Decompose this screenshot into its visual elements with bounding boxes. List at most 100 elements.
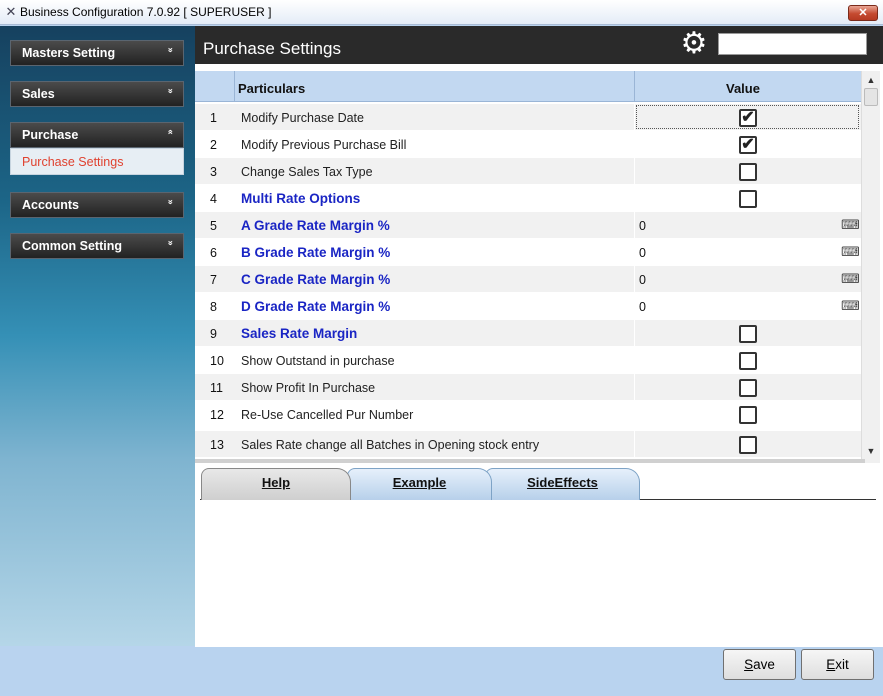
column-divider [634,185,635,212]
table-row[interactable]: 7 C Grade Rate Margin % 0 ⌨ [195,266,861,293]
chevron-down-icon: » [166,240,176,246]
tab-help[interactable]: Help [201,468,351,500]
sidebar-item-label: Purchase Settings [22,155,124,169]
column-divider [634,347,635,374]
row-number: 13 [210,438,224,452]
value-checkbox[interactable] [739,190,757,208]
chevron-up-icon: « [166,129,176,135]
value-field[interactable]: 0 [639,300,646,314]
row-number: 12 [210,408,224,422]
row-particular: Modify Purchase Date [241,111,364,125]
tab-label: elp [271,475,291,490]
chevron-down-icon: » [166,88,176,94]
column-divider [634,401,635,428]
close-button[interactable]: ✕ [848,5,878,21]
accesskey: S [744,657,754,672]
sidebar-group-sales[interactable]: Sales » [10,81,184,107]
search-input[interactable] [718,33,867,55]
column-divider [634,431,635,458]
keyboard-icon[interactable]: ⌨ [841,272,860,285]
row-particular: Show Profit In Purchase [241,381,376,395]
row-particular: Multi Rate Options [241,191,361,206]
gear-icon[interactable]: ⚙ [679,28,709,60]
row-particular: C Grade Rate Margin % [241,272,391,287]
exit-button[interactable]: Exit [801,649,874,680]
page-title: Purchase Settings [203,39,341,58]
row-particular: Sales Rate Margin [241,326,358,341]
value-checkbox[interactable] [739,406,757,424]
table-row[interactable]: 10 Show Outstand in purchase [195,347,861,374]
window-title: Business Configuration 7.0.92 [ SUPERUSE… [20,5,272,19]
row-particular: Change Sales Tax Type [241,165,373,179]
sidebar-group-accounts[interactable]: Accounts » [10,192,184,218]
table-row[interactable]: 5 A Grade Rate Margin % 0 ⌨ [195,212,861,239]
table-row[interactable]: 8 D Grade Rate Margin % 0 ⌨ [195,293,861,320]
help-panel: SideEffects Example Help [195,463,883,647]
sidebar-group-purchase[interactable]: Purchase « [10,122,184,148]
tab-label: xample [401,475,447,490]
row-number: 9 [210,327,217,341]
tab-sideeffects[interactable]: SideEffects [485,468,640,500]
tab-accesskey: S [527,475,536,490]
accesskey: E [826,657,836,672]
vertical-scrollbar[interactable]: ▲ ▼ [861,71,880,463]
column-header-value[interactable]: Value [726,81,760,96]
sidebar-group-label: Accounts [22,198,79,212]
sidebar-group-common-setting[interactable]: Common Setting » [10,233,184,259]
scroll-thumb[interactable] [864,88,878,106]
scroll-up-icon[interactable]: ▲ [864,73,878,87]
sidebar: Masters Setting » Sales » Purchase « Pur… [0,26,195,646]
tab-accesskey: H [261,475,272,490]
table-row[interactable]: 13 Sales Rate change all Batches in Openi… [195,431,861,458]
row-number: 11 [210,381,223,395]
keyboard-icon[interactable]: ⌨ [841,299,860,312]
row-number: 7 [210,273,217,287]
sidebar-item-purchase-settings[interactable]: Purchase Settings [10,148,184,175]
table-row[interactable]: 11 Show Profit In Purchase [195,374,861,401]
value-checkbox[interactable] [739,163,757,181]
column-header-particulars[interactable]: Particulars [238,81,305,96]
row-number: 3 [210,165,217,179]
column-divider [634,158,635,185]
grid-header: Particulars Value [195,71,861,102]
chevron-down-icon: » [166,199,176,205]
column-divider [634,266,635,293]
column-divider [234,71,235,102]
scroll-down-icon[interactable]: ▼ [864,444,878,458]
sidebar-group-masters-setting[interactable]: Masters Setting » [10,40,184,66]
table-row[interactable]: 2 Modify Previous Purchase Bill ✔ [195,131,861,158]
column-divider [634,104,635,131]
value-field[interactable]: 0 [639,219,646,233]
value-checkbox[interactable] [739,379,757,397]
table-row[interactable]: 4 Multi Rate Options [195,185,861,212]
value-checkbox[interactable]: ✔ [739,136,757,154]
row-number: 1 [210,111,217,125]
value-field[interactable]: 0 [639,273,646,287]
row-number: 10 [210,354,224,368]
table-row[interactable]: 6 B Grade Rate Margin % 0 ⌨ [195,239,861,266]
table-row[interactable]: 12 Re-Use Cancelled Pur Number [195,401,861,428]
value-checkbox[interactable] [739,325,757,343]
value-field[interactable]: 0 [639,246,646,260]
keyboard-icon[interactable]: ⌨ [841,245,860,258]
table-row[interactable]: 3 Change Sales Tax Type [195,158,861,185]
row-number: 6 [210,246,217,260]
save-button[interactable]: Save [723,649,796,680]
row-particular: A Grade Rate Margin % [241,218,390,233]
value-checkbox[interactable] [739,352,757,370]
value-checkbox[interactable] [739,436,757,454]
row-particular: Re-Use Cancelled Pur Number [241,408,414,422]
page-header: Purchase Settings ⚙ [195,26,883,64]
column-divider [634,293,635,320]
tab-example[interactable]: Example [347,468,492,500]
value-checkbox[interactable]: ✔ [739,109,757,127]
button-label: ave [753,657,775,672]
row-number: 4 [210,192,217,206]
sidebar-group-label: Masters Setting [22,46,116,60]
button-label: xit [835,657,849,672]
table-row[interactable]: 1 Modify Purchase Date ✔ [195,104,861,131]
row-particular: Sales Rate change all Batches in Opening… [241,438,540,452]
keyboard-icon[interactable]: ⌨ [841,218,860,231]
title-bar: ✕ Business Configuration 7.0.92 [ SUPERU… [0,0,883,25]
table-row[interactable]: 9 Sales Rate Margin [195,320,861,347]
